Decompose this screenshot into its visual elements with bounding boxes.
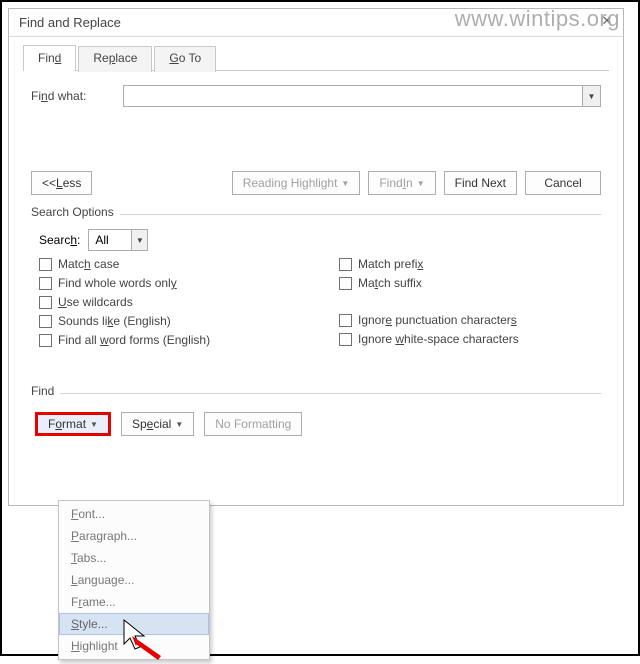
find-what-combobox[interactable]: ▼ bbox=[123, 85, 601, 107]
menu-font[interactable]: Font... bbox=[59, 503, 209, 525]
whole-words-checkbox[interactable] bbox=[39, 277, 52, 290]
menu-language[interactable]: Language... bbox=[59, 569, 209, 591]
sounds-like-checkbox[interactable] bbox=[39, 315, 52, 328]
find-what-input[interactable] bbox=[124, 86, 582, 106]
chevron-down-icon[interactable]: ▼ bbox=[131, 230, 147, 250]
match-case-checkbox[interactable] bbox=[39, 258, 52, 271]
reading-highlight-button[interactable]: Reading Highlight▼ bbox=[232, 171, 361, 195]
match-suffix-label: Match suffix bbox=[358, 276, 422, 290]
ignore-punct-label: Ignore punctuation characters bbox=[358, 313, 517, 327]
tabstrip: Find Replace Go To bbox=[23, 45, 623, 71]
match-case-label: Match case bbox=[58, 257, 119, 271]
ignore-ws-label: Ignore white-space characters bbox=[358, 332, 519, 346]
close-icon[interactable]: ✕ bbox=[591, 9, 623, 33]
no-formatting-button[interactable]: No Formatting bbox=[204, 412, 302, 436]
whole-words-label: Find whole words only bbox=[58, 276, 177, 290]
find-what-label: Find what: bbox=[31, 89, 123, 103]
ignore-punct-checkbox[interactable] bbox=[339, 314, 352, 327]
special-button[interactable]: Special▼ bbox=[121, 412, 194, 436]
cancel-button[interactable]: Cancel bbox=[525, 171, 601, 195]
menu-frame[interactable]: Frame... bbox=[59, 591, 209, 613]
wildcards-label: Use wildcards bbox=[58, 295, 133, 309]
tab-replace[interactable]: Replace bbox=[78, 46, 152, 72]
menu-tabs[interactable]: Tabs... bbox=[59, 547, 209, 569]
find-section-label: Find bbox=[31, 384, 54, 398]
search-direction-select[interactable]: All ▼ bbox=[88, 229, 148, 251]
search-direction-value: All bbox=[89, 233, 131, 247]
wildcards-checkbox[interactable] bbox=[39, 296, 52, 309]
search-options-label: Search Options bbox=[31, 205, 114, 219]
tab-find[interactable]: Find bbox=[23, 45, 76, 71]
word-forms-checkbox[interactable] bbox=[39, 334, 52, 347]
menu-paragraph[interactable]: Paragraph... bbox=[59, 525, 209, 547]
sounds-like-label: Sounds like (English) bbox=[58, 314, 171, 328]
chevron-down-icon[interactable]: ▼ bbox=[582, 86, 600, 106]
dialog-body: Find what: ▼ << Less Reading Highlight▼ … bbox=[23, 70, 609, 440]
match-prefix-checkbox[interactable] bbox=[339, 258, 352, 271]
format-button[interactable]: Format▼ bbox=[35, 412, 111, 436]
search-direction-label: Search: bbox=[39, 233, 80, 247]
match-prefix-label: Match prefix bbox=[358, 257, 423, 271]
find-next-button[interactable]: Find Next bbox=[444, 171, 517, 195]
titlebar: Find and Replace ✕ bbox=[9, 9, 623, 37]
word-forms-label: Find all word forms (English) bbox=[58, 333, 210, 347]
dialog-title: Find and Replace bbox=[19, 15, 121, 30]
format-dropdown-menu: Font... Paragraph... Tabs... Language...… bbox=[58, 500, 210, 660]
ignore-ws-checkbox[interactable] bbox=[339, 333, 352, 346]
less-button[interactable]: << Less bbox=[31, 171, 92, 195]
tab-goto[interactable]: Go To bbox=[154, 46, 216, 72]
match-suffix-checkbox[interactable] bbox=[339, 277, 352, 290]
menu-highlight[interactable]: Highlight bbox=[59, 635, 209, 657]
find-replace-dialog: Find and Replace ✕ Find Replace Go To Fi… bbox=[8, 8, 624, 506]
find-in-button[interactable]: Find In▼ bbox=[368, 171, 435, 195]
menu-style[interactable]: Style... bbox=[59, 613, 209, 635]
